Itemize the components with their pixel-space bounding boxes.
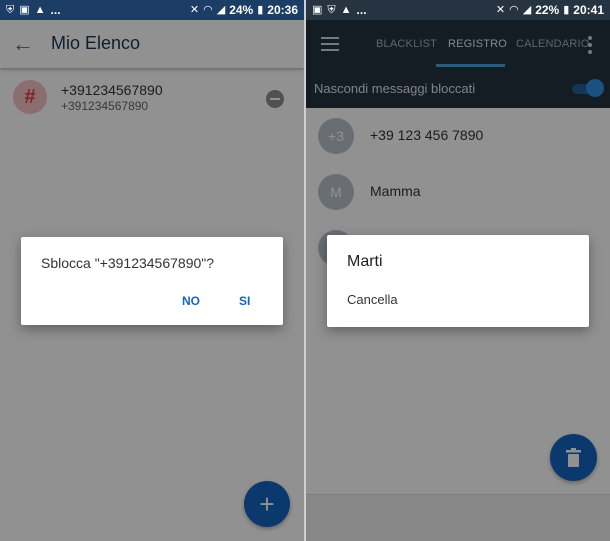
shield-icon: ⛨ xyxy=(6,4,15,16)
no-button[interactable]: NO xyxy=(182,294,200,308)
status-bar: ▣ ⛨ ▲ ... ✕ ◠ ◢ 22% ▮ 20:41 xyxy=(306,0,610,20)
battery-icon: ▮ xyxy=(563,4,570,16)
mute-icon: ✕ xyxy=(189,4,200,16)
shield-icon: ⛨ xyxy=(327,4,336,16)
signal-icon: ◢ xyxy=(216,4,226,16)
dialog-message: Sblocca "+391234567890"? xyxy=(41,255,215,271)
unblock-dialog: Sblocca "+391234567890"? NO SI xyxy=(21,237,283,325)
right-screen: ▣ ⛨ ▲ ... ✕ ◠ ◢ 22% ▮ 20:41 BLACKLIST RE… xyxy=(306,0,610,541)
warning-icon: ▲ xyxy=(340,4,352,16)
image-icon: ▣ xyxy=(312,4,323,16)
status-more-dots: ... xyxy=(50,3,61,17)
clock: 20:36 xyxy=(267,3,298,17)
contact-dialog: Marti Cancella xyxy=(327,235,589,327)
signal-icon: ◢ xyxy=(522,4,532,16)
status-more-dots: ... xyxy=(356,3,367,17)
clock: 20:41 xyxy=(573,3,604,17)
left-screen: ⛨ ▣ ▲ ... ✕ ◠ ◢ 24% ▮ 20:36 ← Mio Elenco… xyxy=(0,0,304,541)
wifi-icon: ◠ xyxy=(509,4,519,16)
warning-icon: ▲ xyxy=(34,4,46,16)
battery-level: 24% xyxy=(229,3,254,17)
battery-icon: ▮ xyxy=(257,4,264,16)
dialog-title: Marti xyxy=(347,253,383,270)
status-bar: ⛨ ▣ ▲ ... ✕ ◠ ◢ 24% ▮ 20:36 xyxy=(0,0,304,20)
delete-option[interactable]: Cancella xyxy=(347,292,398,307)
wifi-icon: ◠ xyxy=(203,4,213,16)
image-icon: ▣ xyxy=(19,4,30,16)
yes-button[interactable]: SI xyxy=(239,294,250,308)
mute-icon: ✕ xyxy=(495,4,506,16)
battery-level: 22% xyxy=(535,3,560,17)
